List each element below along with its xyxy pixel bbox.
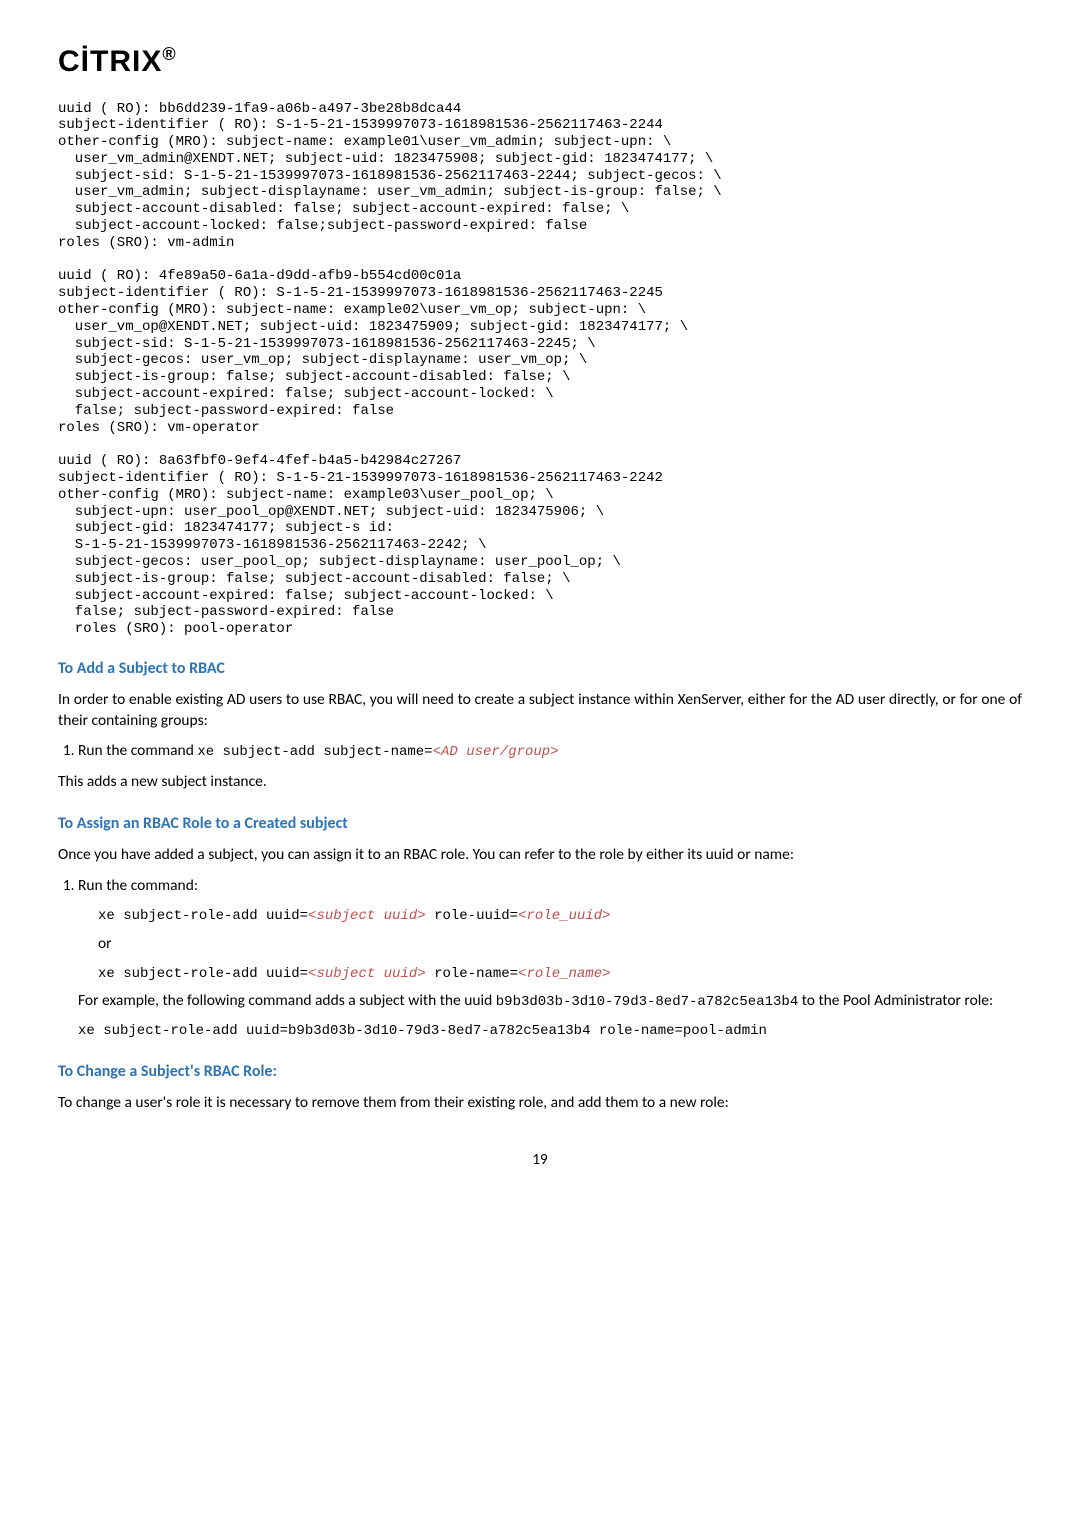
var-ad-user-group: <AD user/group> xyxy=(433,744,559,760)
cmd-role-add-example: xe subject-role-add uuid=b9b3d03b-3d10-7… xyxy=(78,1023,767,1039)
cmd-role-add-uuid: xe subject-role-add uuid=<subject uuid> … xyxy=(98,908,611,924)
heading-add-subject: To Add a Subject to RBAC xyxy=(58,658,1022,680)
cmd-subject-add: xe subject-add subject-name= xyxy=(197,744,432,760)
cmd-role-add-name: xe subject-role-add uuid=<subject uuid> … xyxy=(98,966,611,982)
logo: CİTRIX® xyxy=(58,42,1022,83)
para-adds-subject: This adds a new subject instance. xyxy=(58,772,1022,793)
page-number: 19 xyxy=(58,1150,1022,1170)
para-change-intro: To change a user's role it is necessary … xyxy=(58,1093,1022,1114)
step-run-command: Run the command: xe subject-role-add uui… xyxy=(78,876,1022,1042)
heading-change-role: To Change a Subject's RBAC Role: xyxy=(58,1061,1022,1083)
subject-list-output: uuid ( RO): bb6dd239-1fa9-a06b-a497-3be2… xyxy=(58,101,1022,639)
label-or: or xyxy=(98,934,1022,955)
para-add-subject-intro: In order to enable existing AD users to … xyxy=(58,690,1022,732)
heading-assign-role: To Assign an RBAC Role to a Created subj… xyxy=(58,813,1022,835)
para-assign-intro: Once you have added a subject, you can a… xyxy=(58,845,1022,866)
para-example: For example, the following command adds … xyxy=(78,991,1022,1012)
step-add-command: Run the command xe subject-add subject-n… xyxy=(78,741,1022,762)
